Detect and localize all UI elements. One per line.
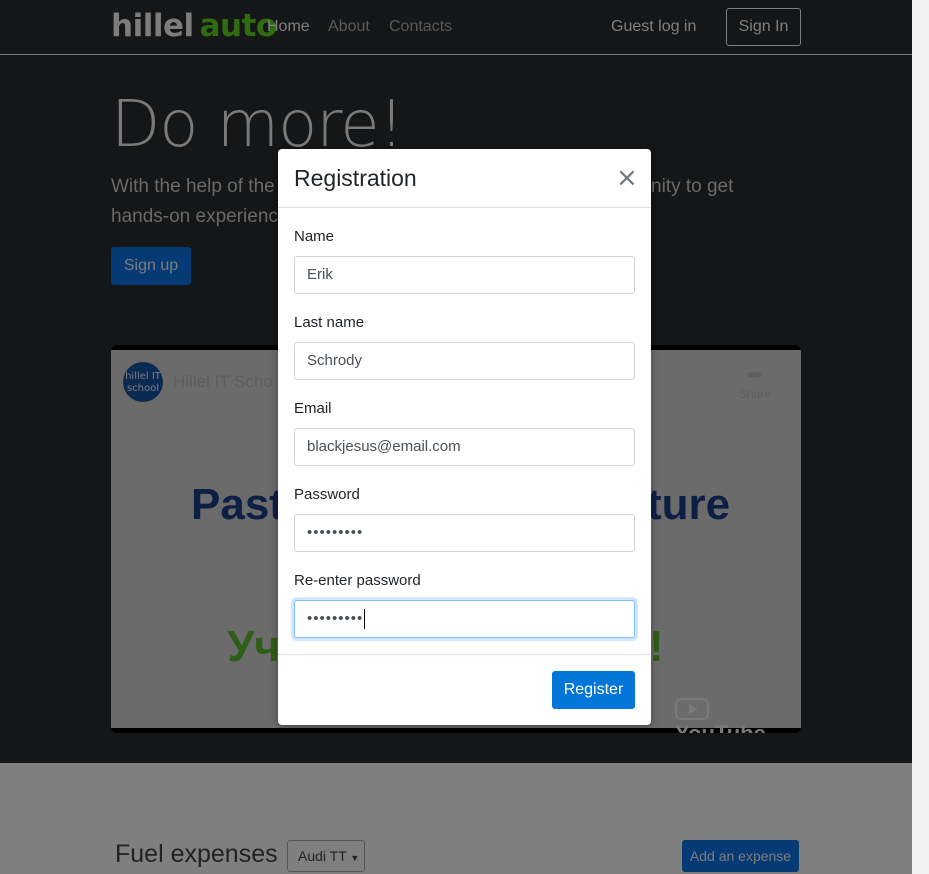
reenter-password-input[interactable]: ••••••••• bbox=[294, 600, 635, 638]
share-label: Share bbox=[738, 387, 772, 401]
reenter-password-value: ••••••••• bbox=[307, 610, 364, 627]
email-label: Email bbox=[294, 400, 332, 417]
scrollbar[interactable] bbox=[912, 0, 929, 874]
registration-modal: Registration × Name Erik Last name Schro… bbox=[278, 149, 651, 725]
add-expense-button[interactable]: Add an expense bbox=[682, 840, 799, 872]
last-name-label: Last name bbox=[294, 314, 365, 331]
modal-header: Registration × bbox=[278, 149, 651, 208]
video-text-right: ture bbox=[647, 480, 731, 529]
last-name-input[interactable]: Schrody bbox=[294, 342, 635, 380]
hero-lead-line2: hands-on experienc bbox=[111, 206, 278, 227]
modal-title: Registration bbox=[294, 165, 417, 191]
nav-about[interactable]: About bbox=[328, 18, 370, 36]
modal-footer: Register bbox=[278, 654, 651, 725]
video-green-text-right: ! bbox=[649, 622, 664, 671]
video-green-text-left: Уч bbox=[227, 622, 280, 671]
reenter-password-label: Re-enter password bbox=[294, 572, 421, 589]
close-icon[interactable]: × bbox=[616, 163, 638, 193]
logo-part2: auto bbox=[199, 8, 278, 44]
chevron-down-icon: ▼ bbox=[350, 853, 360, 863]
email-input[interactable]: blackjesus@email.com bbox=[294, 428, 635, 466]
hero-lead-line1-start: With the help of the bbox=[111, 176, 275, 197]
car-select-value: Audi TT bbox=[298, 848, 347, 864]
sign-in-button[interactable]: Sign In bbox=[726, 8, 801, 46]
youtube-logo[interactable]: YouTube bbox=[675, 695, 801, 733]
nav-home[interactable]: Home bbox=[267, 18, 310, 36]
share-button[interactable]: ➦ Share bbox=[737, 362, 773, 401]
hero-lead-line1-end: nity to get bbox=[651, 176, 734, 197]
sign-up-button[interactable]: Sign up bbox=[111, 247, 191, 285]
share-icon: ➦ bbox=[746, 364, 764, 386]
password-input[interactable]: ••••••••• bbox=[294, 514, 635, 552]
video-title[interactable]: Hillel IT Scho bbox=[173, 372, 273, 392]
name-label: Name bbox=[294, 228, 335, 245]
text-caret bbox=[364, 609, 366, 630]
navbar: hillel auto Home About Contacts Guest log… bbox=[0, 0, 912, 55]
logo-part1: hillel bbox=[111, 8, 194, 44]
register-button[interactable]: Register bbox=[552, 671, 635, 709]
fuel-expenses-title: Fuel expenses bbox=[115, 840, 278, 868]
guest-login-link[interactable]: Guest log in bbox=[611, 18, 696, 36]
logo[interactable]: hillel auto bbox=[111, 8, 277, 44]
youtube-label: YouTube bbox=[675, 721, 766, 733]
password-label: Password bbox=[294, 486, 360, 503]
video-text-left: Past bbox=[191, 480, 284, 529]
car-select-dropdown[interactable]: Audi TT ▼ bbox=[287, 840, 365, 872]
name-input[interactable]: Erik bbox=[294, 256, 635, 294]
youtube-play-icon bbox=[675, 698, 709, 721]
nav-contacts[interactable]: Contacts bbox=[389, 18, 452, 36]
channel-logo[interactable]: hillel IT school bbox=[123, 362, 163, 402]
